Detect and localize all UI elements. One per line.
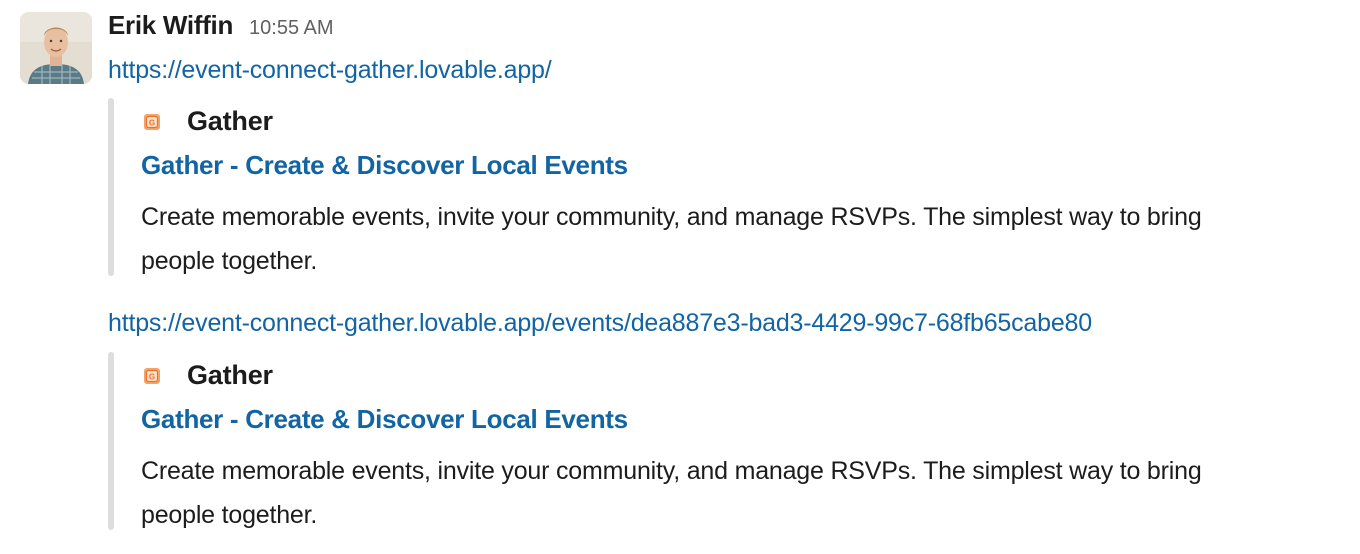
link-preview-bar [108, 352, 114, 530]
message-header: Erik Wiffin 10:55 AM [108, 10, 334, 46]
sender-name[interactable]: Erik Wiffin [108, 10, 233, 41]
link-preview-site: G Gather [141, 106, 273, 137]
avatar[interactable] [20, 12, 92, 84]
link-preview-site-name: Gather [187, 106, 273, 136]
link-preview: G Gather Gather - Create & Discover Loca… [108, 98, 1258, 276]
link-preview-site-name: Gather [187, 360, 273, 390]
gather-favicon-icon: G [141, 365, 163, 387]
message-link[interactable]: https://event-connect-gather.lovable.app… [108, 56, 552, 85]
link-preview-site: G Gather [141, 360, 273, 391]
svg-text:G: G [149, 372, 155, 381]
avatar-photo-icon [20, 12, 92, 84]
timestamp[interactable]: 10:55 AM [249, 17, 334, 40]
link-preview: G Gather Gather - Create & Discover Loca… [108, 352, 1258, 530]
link-preview-bar [108, 98, 114, 276]
link-preview-title[interactable]: Gather - Create & Discover Local Events [141, 150, 628, 181]
message-link[interactable]: https://event-connect-gather.lovable.app… [108, 309, 1092, 338]
svg-text:G: G [149, 118, 155, 127]
gather-favicon-icon: G [141, 111, 163, 133]
link-preview-description: Create memorable events, invite your com… [141, 457, 1202, 529]
link-preview-description: Create memorable events, invite your com… [141, 203, 1202, 275]
link-preview-title[interactable]: Gather - Create & Discover Local Events [141, 404, 628, 435]
message: Erik Wiffin 10:55 AM https://event-conne… [0, 0, 1360, 554]
